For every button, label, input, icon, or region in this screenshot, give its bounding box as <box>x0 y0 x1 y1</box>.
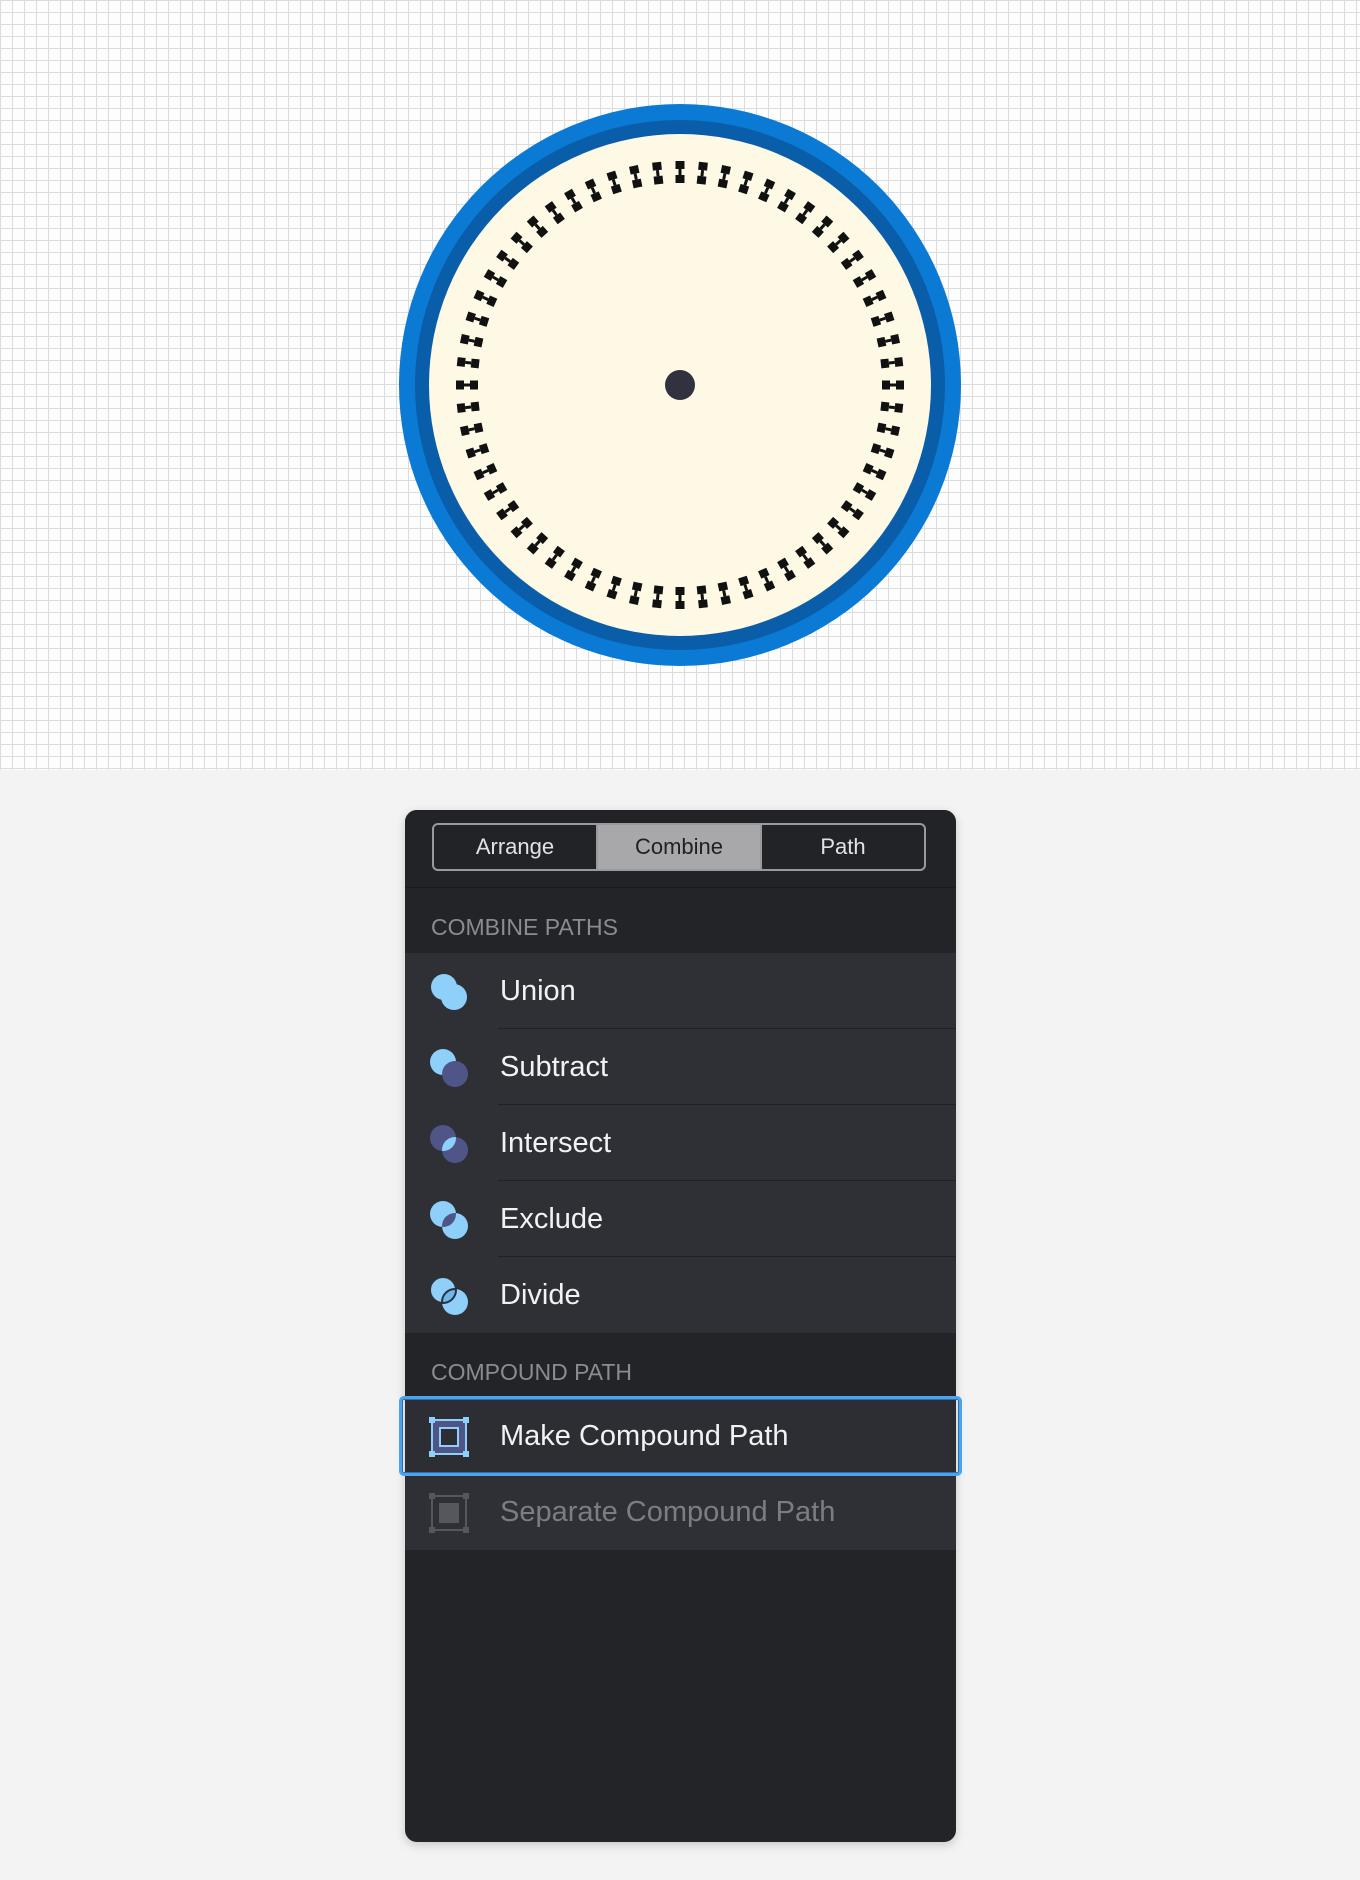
separate-compound-path-icon <box>429 1493 469 1533</box>
dial-center-dot <box>665 370 695 400</box>
union-icon <box>431 974 467 1010</box>
union-label: Union <box>500 974 576 1007</box>
make-compound-path-item[interactable]: Make Compound Path <box>399 1396 962 1476</box>
intersect-item[interactable]: Intersect <box>405 1105 956 1181</box>
intersect-label: Intersect <box>500 1126 612 1159</box>
combine-paths-header: COMBINE PATHS <box>405 888 956 953</box>
compound-path-header: COMPOUND PATH <box>405 1333 956 1398</box>
divide-icon <box>429 1276 468 1315</box>
tab-combine[interactable]: Combine <box>598 825 762 869</box>
combine-paths-list: Union Subtract Intersect Exclude Divide <box>405 953 956 1333</box>
subtract-item[interactable]: Subtract <box>405 1029 956 1105</box>
path-operations-panel: Arrange Combine Path COMBINE PATHS Union… <box>399 810 962 1842</box>
compound-path-list: Make Compound Path Separate Compound Pat… <box>399 1396 962 1550</box>
tab-arrange[interactable]: Arrange <box>434 825 598 869</box>
divide-item[interactable]: Divide <box>405 1257 956 1333</box>
drawing-canvas[interactable] <box>0 0 1360 770</box>
intersect-icon <box>430 1125 468 1163</box>
divide-label: Divide <box>500 1278 581 1311</box>
tab-path[interactable]: Path <box>762 825 924 869</box>
clock-dial-artwork[interactable] <box>0 0 1360 770</box>
make-compound-path-label: Make Compound Path <box>500 1419 789 1452</box>
exclude-item[interactable]: Exclude <box>405 1181 956 1257</box>
exclude-label: Exclude <box>500 1202 604 1235</box>
union-item[interactable]: Union <box>405 953 956 1029</box>
subtract-label: Subtract <box>500 1050 608 1083</box>
make-compound-path-icon <box>429 1417 469 1457</box>
subtract-icon <box>430 1049 468 1087</box>
exclude-icon <box>430 1201 468 1239</box>
panel-header: Arrange Combine Path <box>405 810 956 888</box>
panel-tab-bar: Arrange Combine Path <box>432 823 926 871</box>
separate-compound-path-label: Separate Compound Path <box>500 1495 836 1528</box>
separate-compound-path-item[interactable]: Separate Compound Path <box>405 1474 956 1550</box>
